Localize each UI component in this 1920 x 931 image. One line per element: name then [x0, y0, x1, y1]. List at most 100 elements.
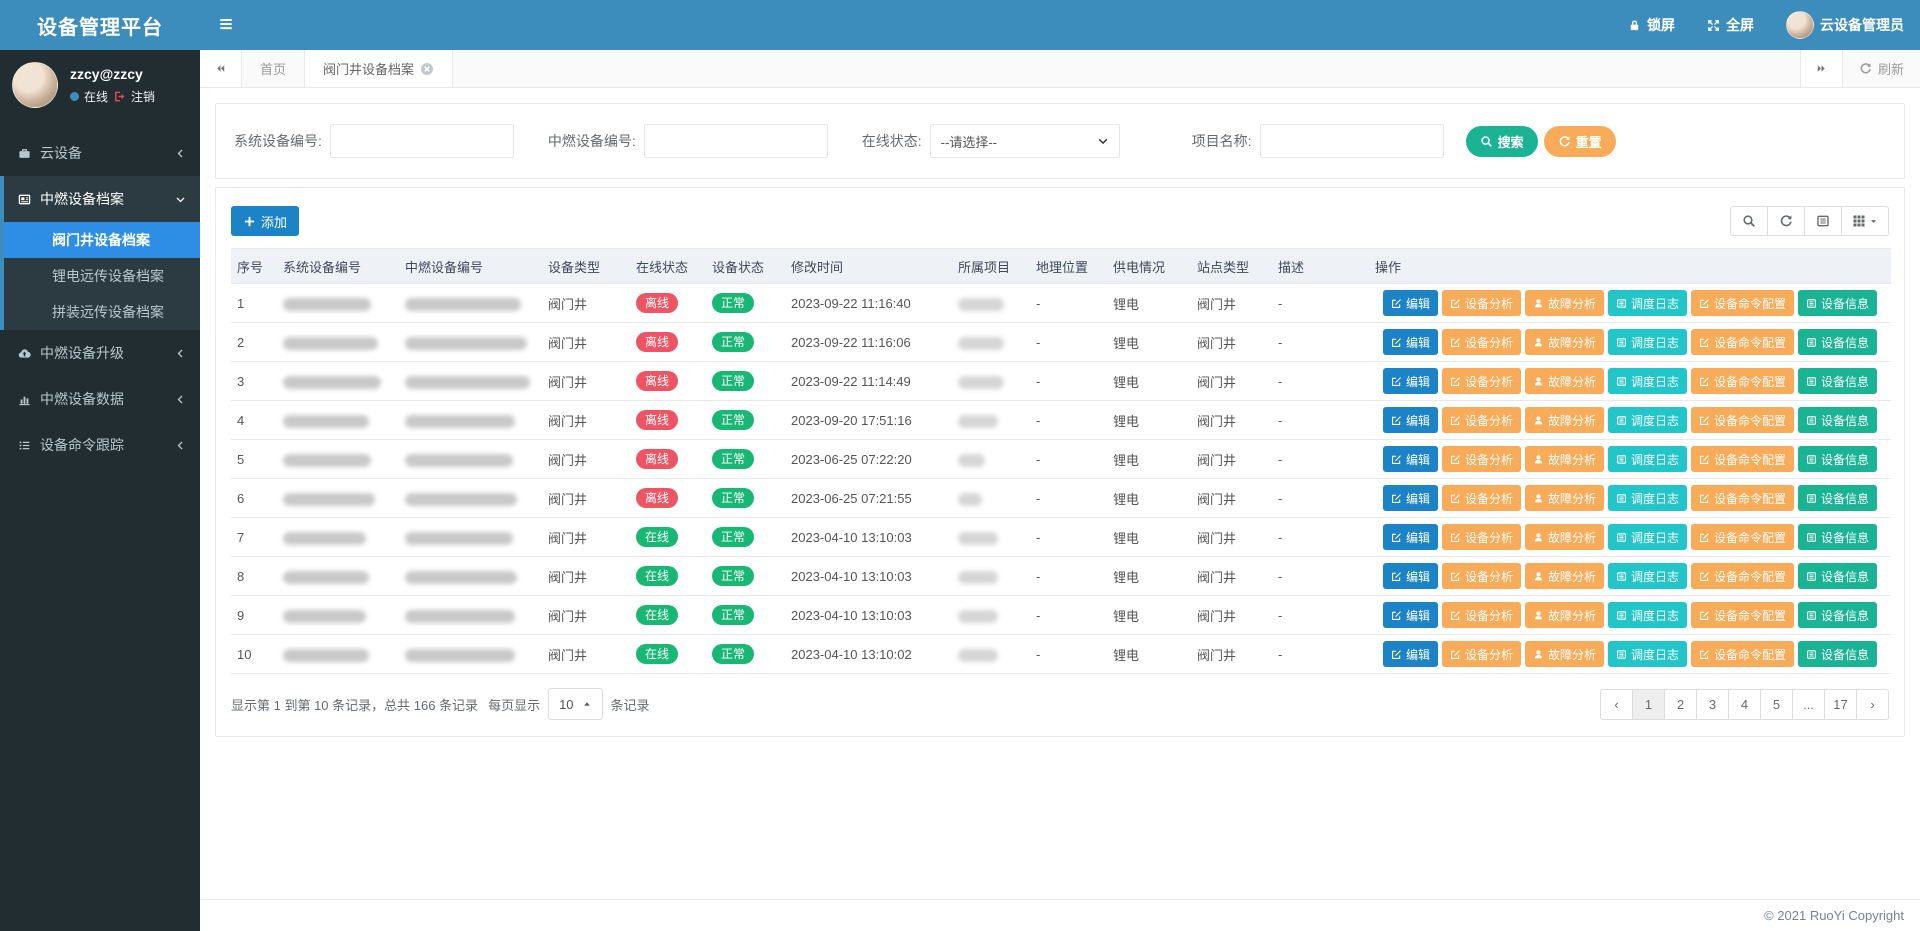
sidebar-item[interactable]: 设备命令跟踪 [4, 422, 200, 468]
table-row[interactable]: 9 阀门井 在线 正常 2023-04-10 13:10:03 - 锂电 阀门井… [231, 596, 1891, 635]
row-action-调度日志[interactable]: 调度日志 [1608, 368, 1687, 394]
sidebar-item[interactable]: 中燃设备升级 [4, 330, 200, 376]
row-action-调度日志[interactable]: 调度日志 [1608, 563, 1687, 589]
row-action-编辑[interactable]: 编辑 [1383, 641, 1438, 667]
logout-link[interactable]: 注销 [131, 88, 155, 105]
row-action-设备分析[interactable]: 设备分析 [1442, 641, 1521, 667]
online-status-select[interactable]: --请选择-- [930, 124, 1120, 158]
table-row[interactable]: 6 阀门井 离线 正常 2023-06-25 07:21:55 - 锂电 阀门井… [231, 479, 1891, 518]
column-header[interactable]: 地理位置 [1030, 249, 1107, 284]
row-action-设备分析[interactable]: 设备分析 [1442, 407, 1521, 433]
row-action-设备信息[interactable]: 设备信息 [1798, 446, 1877, 472]
page-5[interactable]: 5 [1760, 689, 1793, 720]
row-action-设备命令配置[interactable]: 设备命令配置 [1691, 368, 1794, 394]
row-action-调度日志[interactable]: 调度日志 [1608, 446, 1687, 472]
page-next[interactable]: › [1856, 689, 1889, 720]
row-action-设备信息[interactable]: 设备信息 [1798, 641, 1877, 667]
row-action-设备分析[interactable]: 设备分析 [1442, 329, 1521, 355]
row-action-调度日志[interactable]: 调度日志 [1608, 290, 1687, 316]
page-prev[interactable]: ‹ [1600, 689, 1633, 720]
page-17[interactable]: 17 [1824, 689, 1857, 720]
table-columns-button[interactable] [1841, 206, 1889, 236]
tabs-scroll-left-button[interactable] [200, 50, 242, 87]
row-action-设备命令配置[interactable]: 设备命令配置 [1691, 485, 1794, 511]
search-input[interactable] [330, 124, 514, 158]
page-1[interactable]: 1 [1632, 689, 1665, 720]
tab-item[interactable]: 首页 [242, 50, 304, 87]
row-action-调度日志[interactable]: 调度日志 [1608, 407, 1687, 433]
close-icon[interactable] [420, 62, 434, 76]
column-header[interactable]: 设备状态 [706, 249, 785, 284]
row-action-设备信息[interactable]: 设备信息 [1798, 602, 1877, 628]
row-action-编辑[interactable]: 编辑 [1383, 485, 1438, 511]
row-action-设备分析[interactable]: 设备分析 [1442, 524, 1521, 550]
column-header[interactable]: 设备类型 [542, 249, 630, 284]
table-detail-view-button[interactable] [1804, 206, 1842, 236]
row-action-设备分析[interactable]: 设备分析 [1442, 368, 1521, 394]
column-header[interactable]: 供电情况 [1107, 249, 1191, 284]
row-action-故障分析[interactable]: 故障分析 [1525, 524, 1604, 550]
column-header[interactable]: 在线状态 [630, 249, 706, 284]
tabs-scroll-right-button[interactable] [1800, 50, 1842, 87]
sidebar-item[interactable]: 云设备 [4, 130, 200, 176]
search-input[interactable] [644, 124, 828, 158]
column-header[interactable]: 中燃设备编号 [399, 249, 542, 284]
row-action-设备分析[interactable]: 设备分析 [1442, 563, 1521, 589]
row-action-设备命令配置[interactable]: 设备命令配置 [1691, 290, 1794, 316]
tab-refresh-button[interactable]: 刷新 [1842, 50, 1920, 87]
table-row[interactable]: 3 阀门井 离线 正常 2023-09-22 11:14:49 - 锂电 阀门井… [231, 362, 1891, 401]
row-action-设备信息[interactable]: 设备信息 [1798, 485, 1877, 511]
row-action-设备信息[interactable]: 设备信息 [1798, 563, 1877, 589]
column-header[interactable]: 系统设备编号 [277, 249, 399, 284]
add-button[interactable]: 添加 [231, 206, 299, 236]
page-4[interactable]: 4 [1728, 689, 1761, 720]
table-refresh-button[interactable] [1767, 206, 1805, 236]
row-action-故障分析[interactable]: 故障分析 [1525, 368, 1604, 394]
row-action-设备命令配置[interactable]: 设备命令配置 [1691, 407, 1794, 433]
row-action-编辑[interactable]: 编辑 [1383, 407, 1438, 433]
table-row[interactable]: 10 阀门井 在线 正常 2023-04-10 13:10:02 - 锂电 阀门… [231, 635, 1891, 674]
row-action-设备分析[interactable]: 设备分析 [1442, 485, 1521, 511]
column-header[interactable]: 序号 [231, 249, 277, 284]
sidebar-subitem[interactable]: 拼装远传设备档案 [4, 294, 200, 330]
row-action-编辑[interactable]: 编辑 [1383, 446, 1438, 472]
fullscreen-button[interactable]: 全屏 [1691, 0, 1770, 50]
row-action-设备命令配置[interactable]: 设备命令配置 [1691, 602, 1794, 628]
sidebar-subitem[interactable]: 阀门井设备档案 [4, 222, 200, 258]
row-action-故障分析[interactable]: 故障分析 [1525, 446, 1604, 472]
row-action-调度日志[interactable]: 调度日志 [1608, 641, 1687, 667]
tab-active[interactable]: 阀门井设备档案 [304, 50, 453, 87]
row-action-设备命令配置[interactable]: 设备命令配置 [1691, 524, 1794, 550]
column-header[interactable]: 所属项目 [952, 249, 1030, 284]
table-row[interactable]: 1 阀门井 离线 正常 2023-09-22 11:16:40 - 锂电 阀门井… [231, 284, 1891, 323]
row-action-编辑[interactable]: 编辑 [1383, 602, 1438, 628]
row-action-设备命令配置[interactable]: 设备命令配置 [1691, 329, 1794, 355]
row-action-设备命令配置[interactable]: 设备命令配置 [1691, 641, 1794, 667]
row-action-编辑[interactable]: 编辑 [1383, 563, 1438, 589]
page-3[interactable]: 3 [1696, 689, 1729, 720]
row-action-设备命令配置[interactable]: 设备命令配置 [1691, 563, 1794, 589]
row-action-设备分析[interactable]: 设备分析 [1442, 602, 1521, 628]
row-action-编辑[interactable]: 编辑 [1383, 368, 1438, 394]
column-header[interactable]: 操作 [1369, 249, 1891, 284]
column-header[interactable]: 站点类型 [1191, 249, 1272, 284]
table-row[interactable]: 8 阀门井 在线 正常 2023-04-10 13:10:03 - 锂电 阀门井… [231, 557, 1891, 596]
row-action-故障分析[interactable]: 故障分析 [1525, 407, 1604, 433]
column-header[interactable]: 描述 [1272, 249, 1369, 284]
row-action-调度日志[interactable]: 调度日志 [1608, 524, 1687, 550]
row-action-故障分析[interactable]: 故障分析 [1525, 602, 1604, 628]
reset-button[interactable]: 重置 [1544, 126, 1616, 157]
sidebar-toggle-button[interactable] [200, 0, 252, 50]
search-button[interactable]: 搜索 [1466, 126, 1538, 157]
row-action-调度日志[interactable]: 调度日志 [1608, 602, 1687, 628]
row-action-故障分析[interactable]: 故障分析 [1525, 641, 1604, 667]
row-action-故障分析[interactable]: 故障分析 [1525, 563, 1604, 589]
row-action-故障分析[interactable]: 故障分析 [1525, 485, 1604, 511]
column-header[interactable]: 修改时间 [785, 249, 952, 284]
row-action-故障分析[interactable]: 故障分析 [1525, 290, 1604, 316]
row-action-调度日志[interactable]: 调度日志 [1608, 329, 1687, 355]
table-row[interactable]: 4 阀门井 离线 正常 2023-09-20 17:51:16 - 锂电 阀门井… [231, 401, 1891, 440]
table-search-button[interactable] [1730, 206, 1768, 236]
row-action-编辑[interactable]: 编辑 [1383, 524, 1438, 550]
page-size-select[interactable]: 10 [548, 688, 602, 720]
